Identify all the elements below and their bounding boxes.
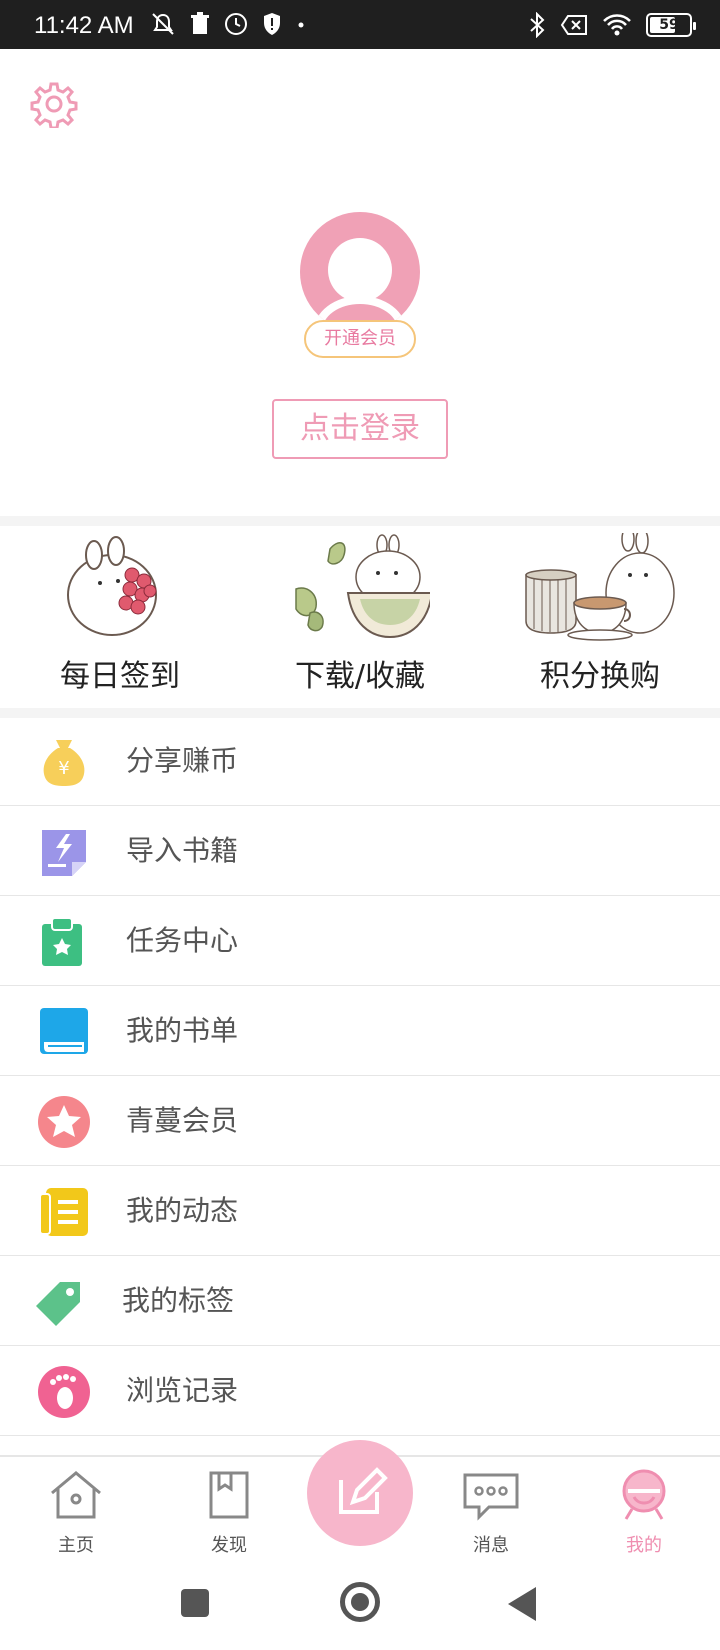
- tile-label: 积分换购: [540, 659, 660, 694]
- login-button[interactable]: 点击登录: [272, 399, 448, 459]
- nav-home[interactable]: 主页: [31, 1465, 121, 1556]
- menu-item-share-earn[interactable]: ¥ 分享赚币: [0, 716, 720, 806]
- shield-icon: [264, 13, 280, 35]
- footprint-icon: [38, 1366, 90, 1418]
- vip-badge[interactable]: 开通会员: [304, 320, 416, 358]
- avatar[interactable]: [300, 212, 420, 332]
- menu-item-import-books[interactable]: 导入书籍: [0, 806, 720, 896]
- menu-item-my-tags[interactable]: 我的标签: [0, 1256, 720, 1346]
- no-sim-icon: [560, 15, 587, 35]
- profile-icon: [622, 1469, 666, 1520]
- home-icon: [51, 1471, 101, 1519]
- menu-label: 任务中心: [126, 924, 239, 957]
- task-clipboard-icon: [42, 917, 82, 966]
- menu-item-my-booklist[interactable]: 我的书单: [0, 986, 720, 1076]
- menu-list: ¥ 分享赚币 导入书籍 任务中心 我的书单 青蔓会员 我的动态 我的标签 浏览记…: [0, 716, 720, 1436]
- rabbit-with-teacups-icon: [525, 533, 675, 641]
- compose-button[interactable]: [307, 1440, 413, 1546]
- nav-label: 发现: [211, 1535, 247, 1556]
- message-icon: [463, 1473, 519, 1521]
- menu-label: 分享赚币: [126, 744, 239, 777]
- menu-item-browse-history[interactable]: 浏览记录: [0, 1346, 720, 1436]
- status-time: 11:42 AM: [34, 12, 134, 39]
- tile-download-favorites[interactable]: 下载/收藏: [260, 527, 460, 707]
- money-bag-icon: ¥: [43, 740, 85, 786]
- nav-label: 消息: [473, 1535, 509, 1556]
- feed-icon: [39, 1188, 88, 1236]
- booklist-icon: [40, 1008, 88, 1054]
- home-button[interactable]: [340, 1582, 380, 1622]
- nav-label: 我的: [626, 1535, 662, 1556]
- status-bar: 11:42 AM 59: [0, 0, 720, 49]
- settings-button[interactable]: [30, 80, 78, 130]
- clock-icon: [225, 13, 247, 35]
- nav-label: 主页: [58, 1535, 94, 1556]
- tag-icon: [36, 1282, 80, 1326]
- menu-item-vip-member[interactable]: 青蔓会员: [0, 1076, 720, 1166]
- battery-level: 59: [659, 17, 679, 33]
- compose-icon: [339, 1467, 388, 1514]
- bluetooth-icon: [530, 12, 545, 38]
- star-member-icon: [38, 1096, 90, 1148]
- tile-daily-checkin[interactable]: 每日签到: [20, 527, 220, 707]
- section-divider: [0, 516, 720, 526]
- tile-label: 下载/收藏: [294, 659, 426, 694]
- quick-tiles: 每日签到 下载/收藏 积分换购: [0, 527, 720, 707]
- import-book-icon: [42, 830, 86, 876]
- wifi-icon: [603, 14, 631, 36]
- rabbit-with-berries-icon: [67, 536, 157, 636]
- no-notification-icon: [152, 13, 174, 35]
- menu-label: 我的标签: [122, 1284, 235, 1317]
- back-button[interactable]: [508, 1587, 536, 1621]
- nav-discover[interactable]: 发现: [184, 1465, 274, 1556]
- trash-icon: [191, 12, 209, 34]
- rabbit-in-bowl-icon: [295, 534, 430, 639]
- menu-label: 我的书单: [126, 1014, 239, 1047]
- system-nav-bar: [0, 1560, 720, 1650]
- nav-profile[interactable]: 我的: [599, 1465, 689, 1556]
- profile-page: 11:42 AM 59 开通会员 点击登录 每日签到 下载/收藏 积分换购 ¥ …: [0, 0, 720, 1650]
- menu-item-task-center[interactable]: 任务中心: [0, 896, 720, 986]
- dot-icon: [298, 22, 304, 28]
- recents-button[interactable]: [181, 1589, 209, 1617]
- menu-label: 导入书籍: [126, 834, 239, 867]
- tile-label: 每日签到: [60, 659, 180, 694]
- menu-label: 浏览记录: [126, 1374, 239, 1407]
- battery-icon: 59: [646, 13, 696, 37]
- discover-icon: [209, 1471, 249, 1519]
- menu-label: 青蔓会员: [126, 1104, 239, 1137]
- tile-points-exchange[interactable]: 积分换购: [500, 527, 700, 707]
- gear-icon: [30, 82, 78, 130]
- nav-messages[interactable]: 消息: [446, 1465, 536, 1556]
- menu-label: 我的动态: [126, 1194, 239, 1227]
- menu-item-my-feed[interactable]: 我的动态: [0, 1166, 720, 1256]
- svg-text:¥: ¥: [58, 758, 69, 779]
